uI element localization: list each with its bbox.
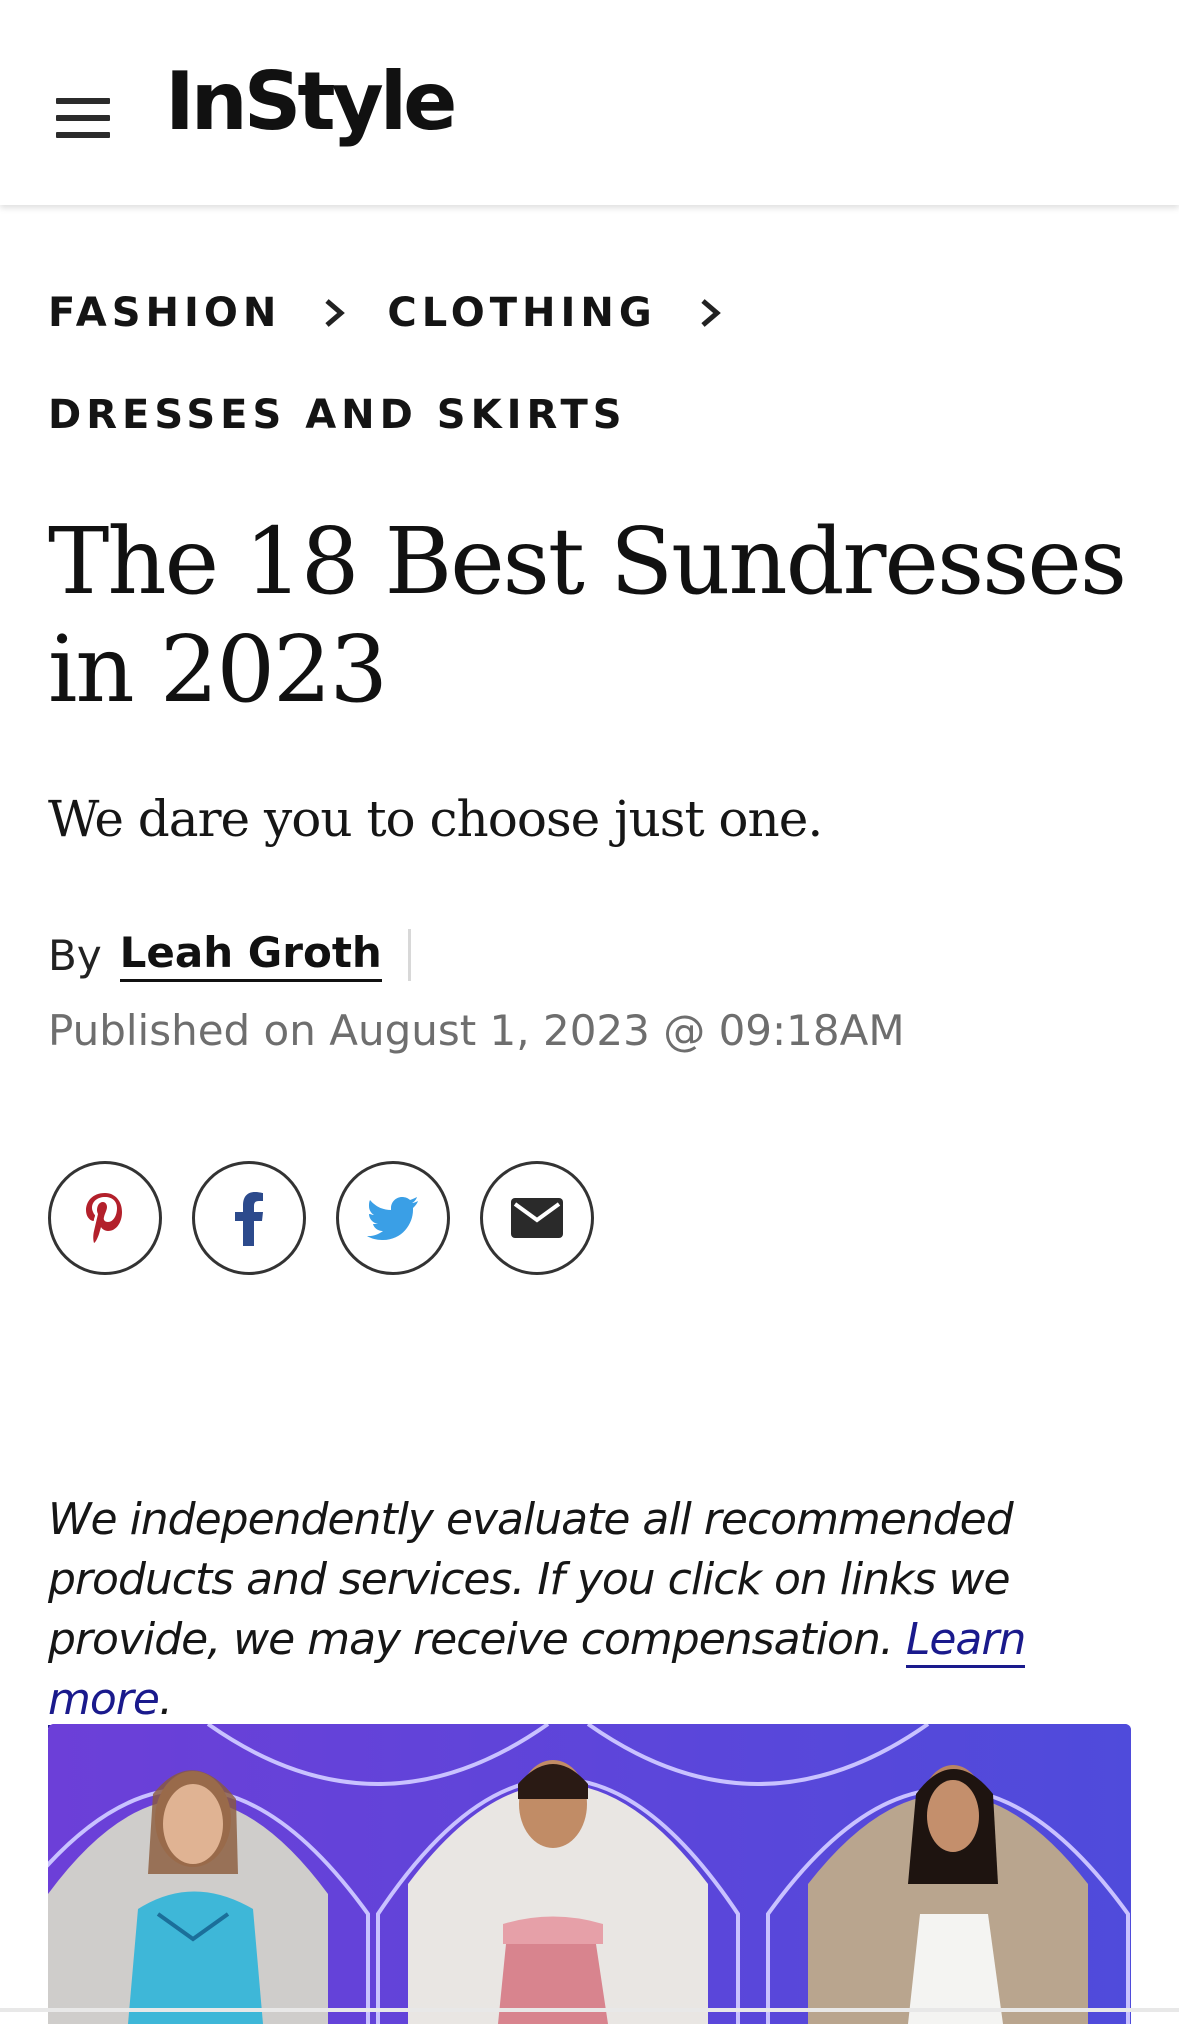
site-header: InStyle bbox=[0, 0, 1179, 205]
byline-divider bbox=[407, 929, 411, 981]
by-label: By bbox=[48, 930, 102, 980]
email-icon bbox=[511, 1198, 563, 1238]
twitter-icon bbox=[367, 1197, 418, 1240]
article-title: The 18 Best Sundresses in 2023 bbox=[48, 508, 1127, 723]
chevron-right-icon bbox=[701, 299, 721, 327]
hamburger-menu-icon[interactable] bbox=[54, 96, 114, 140]
author-link[interactable]: Leah Groth bbox=[119, 928, 382, 982]
disclaimer-text: We independently evaluate all recommende… bbox=[48, 1494, 1014, 1665]
hero-product-collage[interactable] bbox=[48, 1724, 1131, 2024]
breadcrumb-dresses-and-skirts[interactable]: DRESSES AND SKIRTS bbox=[48, 392, 627, 438]
disclaimer-suffix: . bbox=[158, 1674, 173, 1725]
chevron-right-icon bbox=[325, 299, 346, 327]
affiliate-disclaimer: We independently evaluate all recommende… bbox=[48, 1490, 1148, 1730]
publish-date: Published on August 1, 2023 @ 09:18AM bbox=[48, 1006, 905, 1055]
bottom-divider bbox=[0, 2008, 1179, 2012]
share-buttons bbox=[48, 1161, 624, 1275]
facebook-icon bbox=[235, 1192, 263, 1246]
breadcrumb-fashion[interactable]: FASHION bbox=[48, 290, 281, 336]
pinterest-icon bbox=[86, 1193, 122, 1243]
twitter-share-button[interactable] bbox=[336, 1161, 450, 1275]
facebook-share-button[interactable] bbox=[192, 1161, 306, 1275]
breadcrumb-clothing[interactable]: CLOTHING bbox=[387, 290, 656, 336]
breadcrumb: FASHION CLOTHING DRESSES AND SKIRTS bbox=[48, 286, 1138, 442]
byline: By Leah Groth bbox=[48, 928, 411, 982]
hero-collage-image bbox=[48, 1724, 1131, 2024]
email-share-button[interactable] bbox=[480, 1161, 594, 1275]
pinterest-share-button[interactable] bbox=[48, 1161, 162, 1275]
site-logo[interactable]: InStyle bbox=[165, 62, 457, 142]
article-dek: We dare you to choose just one. bbox=[48, 790, 823, 848]
